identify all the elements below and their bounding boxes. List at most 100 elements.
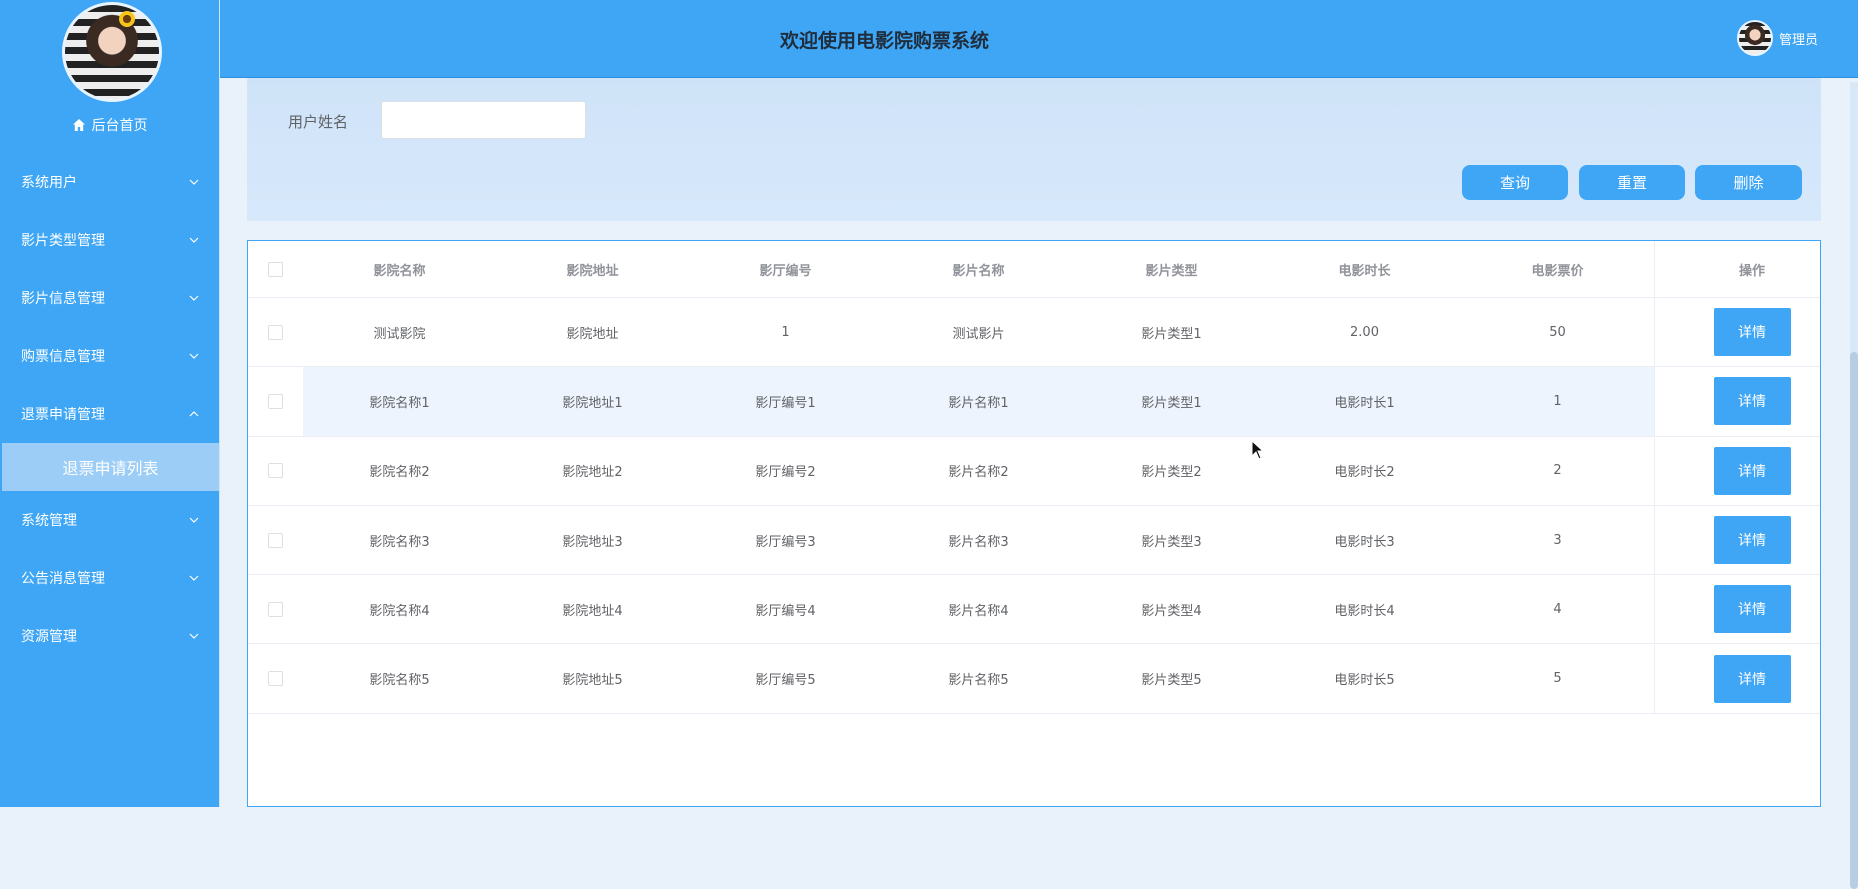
- row-checkbox[interactable]: [268, 393, 283, 409]
- table-cell: 5: [1553, 671, 1562, 687]
- column-header: 电影票价: [1531, 263, 1584, 279]
- column-header: 影院地址: [566, 263, 619, 279]
- sidebar: 后台首页 系统用户 影片类型管理 影片信息管理 购票信息管理 退票申请管理 退票申请列表系…: [0, 0, 220, 807]
- detail-button[interactable]: 详情: [1713, 654, 1791, 703]
- sidebar-item-label: 购票信息管理: [21, 349, 105, 365]
- action-cell: 详情: [1654, 644, 1820, 713]
- sidebar-item-label: 影片信息管理: [21, 291, 105, 307]
- user-avatar[interactable]: [1736, 20, 1773, 56]
- table-cell: 测试影片: [952, 326, 1005, 342]
- action-cell: 详情: [1654, 367, 1820, 436]
- query-button[interactable]: 查询: [1462, 165, 1568, 200]
- row-select-cell: [248, 463, 303, 479]
- chevron-down-icon: [189, 179, 199, 185]
- select-all-cell: [248, 261, 303, 277]
- table-cell: 影片名称5: [948, 673, 1009, 689]
- chevron-down-icon: [189, 295, 199, 301]
- sidebar-item-6[interactable]: 公告消息管理: [0, 549, 219, 607]
- sidebar-item-5[interactable]: 系统管理: [0, 491, 219, 549]
- table-cell: 2.00: [1350, 324, 1379, 340]
- table-cell: 影片类型3: [1141, 534, 1202, 550]
- row-checkbox[interactable]: [268, 671, 283, 687]
- sidebar-item-label: 系统管理: [21, 513, 77, 529]
- sidebar-item-0[interactable]: 系统用户: [0, 153, 219, 211]
- table-cell: 测试影院: [373, 326, 426, 342]
- sidebar-item-label: 资源管理: [21, 629, 77, 645]
- chevron-down-icon: [189, 575, 199, 581]
- table-row[interactable]: 影院名称4 影院地址4 影厅编号4 影片名称4 影片类型4 电影时长4 4 详情: [248, 575, 1820, 645]
- table-cell: 影片名称2: [948, 465, 1009, 481]
- table-cell: 影厅编号3: [755, 534, 816, 550]
- table-cell: 3: [1553, 532, 1562, 548]
- avatar[interactable]: [62, 2, 162, 102]
- table-row[interactable]: 影院名称2 影院地址2 影厅编号2 影片名称2 影片类型2 电影时长2 2 详情: [248, 436, 1820, 506]
- detail-button[interactable]: 详情: [1713, 516, 1791, 565]
- delete-button[interactable]: 删除: [1695, 165, 1802, 200]
- row-select-cell: [248, 601, 303, 617]
- detail-button[interactable]: 详情: [1713, 585, 1791, 634]
- table-cell: 影片类型5: [1141, 673, 1202, 689]
- action-cell: 详情: [1654, 505, 1820, 575]
- table-cell: 影院名称1: [303, 367, 496, 436]
- table-cell: 电影时长5: [1334, 673, 1395, 689]
- row-checkbox[interactable]: [268, 463, 283, 479]
- table-cell: 影院地址2: [562, 465, 623, 481]
- table-cell: 影院地址1: [496, 367, 689, 436]
- row-checkbox[interactable]: [268, 601, 283, 617]
- table-cell: 2: [1553, 463, 1562, 479]
- sidebar-item-4[interactable]: 退票申请管理: [0, 385, 219, 443]
- row-select-cell: [248, 324, 303, 340]
- sidebar-item-label: 公告消息管理: [21, 571, 105, 587]
- table-cell: 电影时长4: [1334, 603, 1395, 619]
- row-checkbox[interactable]: [268, 324, 283, 340]
- column-header: 操作: [1654, 241, 1820, 297]
- sidebar-item-label: 影片类型管理: [21, 233, 105, 249]
- table-row[interactable]: 影院名称3 影院地址3 影厅编号3 影片名称3 影片类型3 电影时长3 3 详情: [248, 505, 1820, 576]
- table-cell: 影片类型2: [1141, 465, 1202, 481]
- sidebar-item-label: 退票申请管理: [21, 407, 105, 423]
- action-cell: 详情: [1654, 436, 1820, 505]
- table-row[interactable]: 影院名称5 影院地址5 影厅编号5 影片名称5 影片类型5 电影时长5 5 详情: [248, 644, 1820, 714]
- home-icon: [72, 119, 85, 131]
- sidebar-subitem-refund-list[interactable]: 退票申请列表: [2, 443, 219, 491]
- user-name: 管理员: [1778, 32, 1818, 48]
- table-cell: 影厅编号2: [755, 465, 816, 481]
- sidebar-item-7[interactable]: 资源管理: [0, 607, 219, 665]
- table-row[interactable]: 测试影院 影院地址 1 测试影片 影片类型1 2.00 50 详情: [248, 298, 1820, 368]
- table-row[interactable]: 影院名称1 影院地址1 影厅编号1 影片名称1 影片类型1 电影时长1 1 详情: [248, 367, 1820, 437]
- detail-button[interactable]: 详情: [1713, 446, 1791, 495]
- table-cell: 1: [781, 324, 790, 340]
- reset-button[interactable]: 重置: [1579, 165, 1685, 200]
- home-label: 后台首页: [91, 118, 148, 134]
- sidebar-item-3[interactable]: 购票信息管理: [0, 327, 219, 385]
- table-cell: 影厅编号5: [755, 673, 816, 689]
- table-cell: 50: [1549, 324, 1566, 340]
- table-cell: 电影时长3: [1334, 534, 1395, 550]
- sidebar-item-1[interactable]: 影片类型管理: [0, 211, 219, 269]
- sidebar-item-2[interactable]: 影片信息管理: [0, 269, 219, 327]
- row-checkbox[interactable]: [268, 532, 283, 548]
- search-label: 用户姓名: [288, 113, 349, 131]
- sidebar-menu: 系统用户影片类型管理 影片信息管理 购票信息管理 退票申请管理退票申请列表系统管理公告…: [0, 153, 219, 665]
- table-cell: 影院地址3: [562, 534, 623, 550]
- table-cell: 影片类型1: [1075, 367, 1268, 436]
- scrollbar-thumb[interactable]: [1850, 352, 1858, 889]
- username-search-input[interactable]: [381, 101, 586, 139]
- detail-button[interactable]: 详情: [1713, 377, 1791, 426]
- table-cell: 影院名称3: [369, 534, 430, 550]
- sidebar-home-link[interactable]: 后台首页: [0, 113, 219, 137]
- table-cell: 影院名称5: [369, 673, 430, 689]
- table-cell: 影片类型4: [1141, 603, 1202, 619]
- detail-button[interactable]: 详情: [1713, 308, 1791, 357]
- top-header: 欢迎使用电影院购票系统 管理员: [220, 0, 1858, 78]
- action-cell: 详情: [1654, 298, 1820, 367]
- chevron-down-icon: [189, 353, 199, 359]
- mouse-cursor-icon: [1251, 440, 1265, 460]
- table-cell: 影片类型1: [1141, 326, 1202, 342]
- user-menu[interactable]: 管理员: [1736, 20, 1818, 56]
- scrollbar-track[interactable]: [1850, 82, 1858, 889]
- column-header: 影片类型: [1145, 263, 1198, 279]
- table-cell: 影院地址: [566, 326, 619, 342]
- select-all-checkbox[interactable]: [268, 261, 283, 277]
- table-cell: 影片名称3: [948, 534, 1009, 550]
